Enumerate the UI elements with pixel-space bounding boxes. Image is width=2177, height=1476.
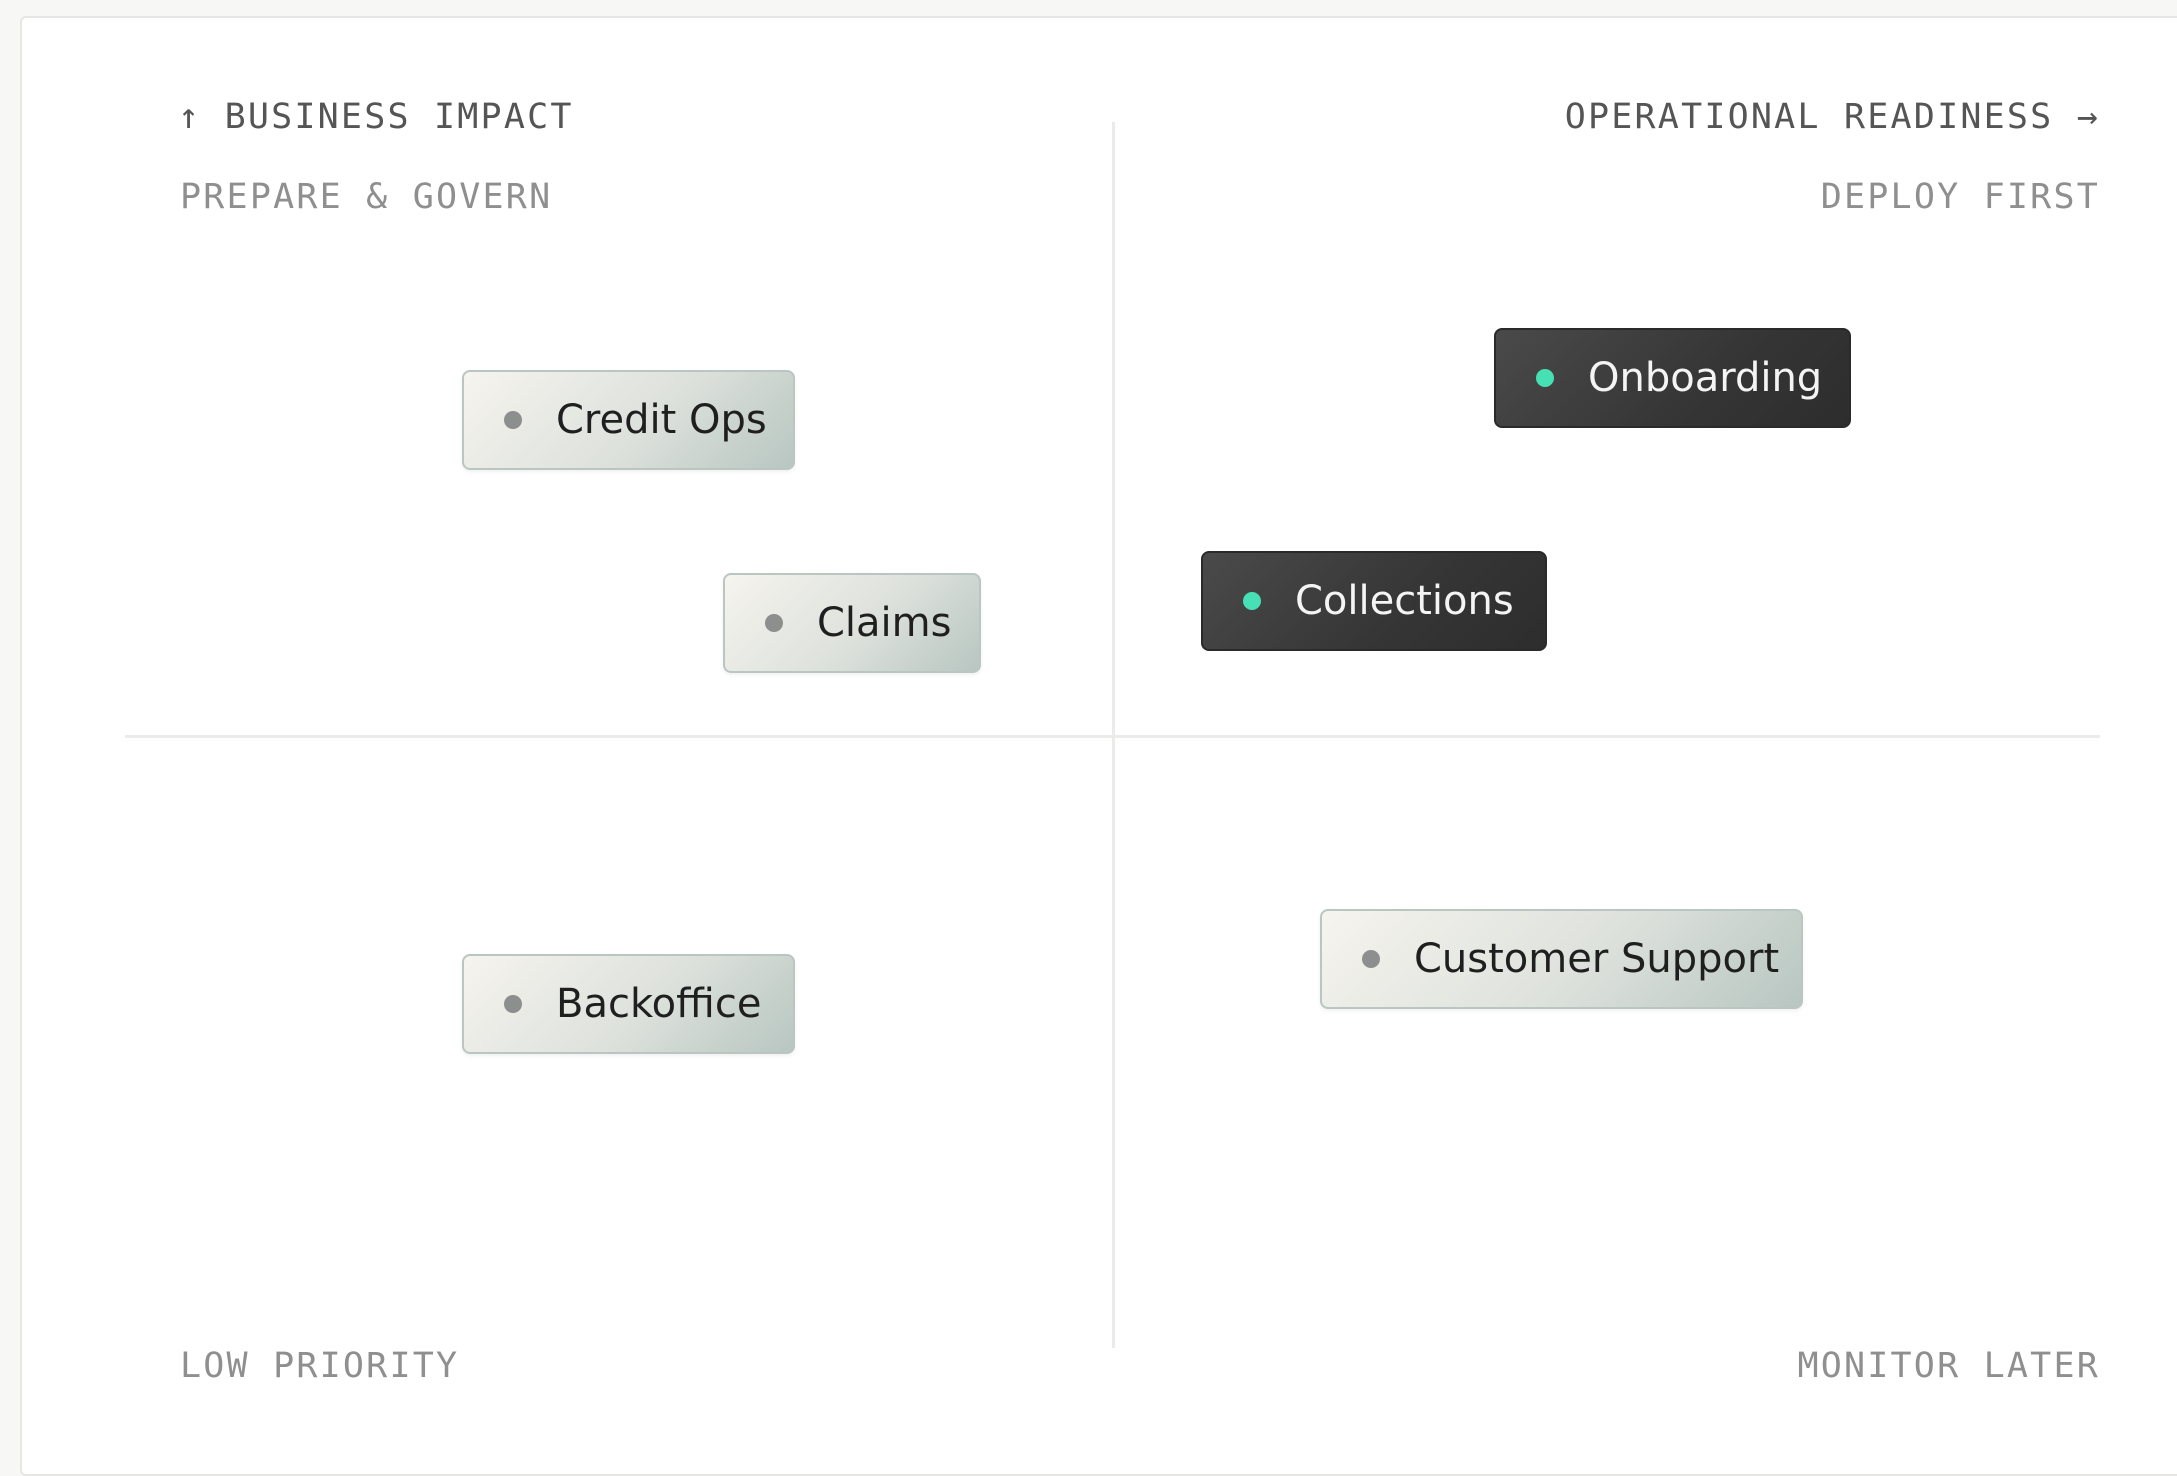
quadrant-label-bottom-right: MONITOR LATER <box>1797 1346 2100 1386</box>
item-chip-onboarding[interactable]: Onboarding <box>1494 328 1851 428</box>
item-chip-credit-ops[interactable]: Credit Ops <box>462 370 795 470</box>
arrow-right-icon: → <box>2076 97 2100 137</box>
item-label: Claims <box>817 600 952 646</box>
item-label: Collections <box>1295 578 1514 624</box>
item-label: Onboarding <box>1588 355 1823 401</box>
item-chip-backoffice[interactable]: Backoffice <box>462 954 795 1054</box>
status-dot-icon <box>504 995 522 1013</box>
item-label: Customer Support <box>1414 936 1780 982</box>
item-chip-claims[interactable]: Claims <box>723 573 981 673</box>
horizontal-divider <box>125 735 2100 738</box>
status-dot-icon <box>1536 369 1554 387</box>
status-dot-icon <box>1243 592 1261 610</box>
item-chip-customer-support[interactable]: Customer Support <box>1320 909 1803 1009</box>
status-dot-icon <box>504 411 522 429</box>
quadrant-label-bottom-left: LOW PRIORITY <box>180 1346 460 1386</box>
status-dot-icon <box>1362 950 1380 968</box>
arrow-up-icon: ↑ <box>178 97 202 137</box>
y-axis-title: ↑ BUSINESS IMPACT <box>178 97 574 137</box>
x-axis-title: OPERATIONAL READINESS → <box>1565 97 2100 137</box>
item-label: Backoffice <box>556 981 762 1027</box>
x-axis-label: OPERATIONAL READINESS <box>1564 97 2054 137</box>
quadrant-label-top-right: DEPLOY FIRST <box>1820 177 2100 217</box>
item-label: Credit Ops <box>556 397 767 443</box>
y-axis-label: BUSINESS IMPACT <box>224 97 574 137</box>
quadrant-label-top-left: PREPARE & GOVERN <box>180 177 553 217</box>
status-dot-icon <box>765 614 783 632</box>
matrix-card <box>20 16 2177 1476</box>
item-chip-collections[interactable]: Collections <box>1201 551 1547 651</box>
